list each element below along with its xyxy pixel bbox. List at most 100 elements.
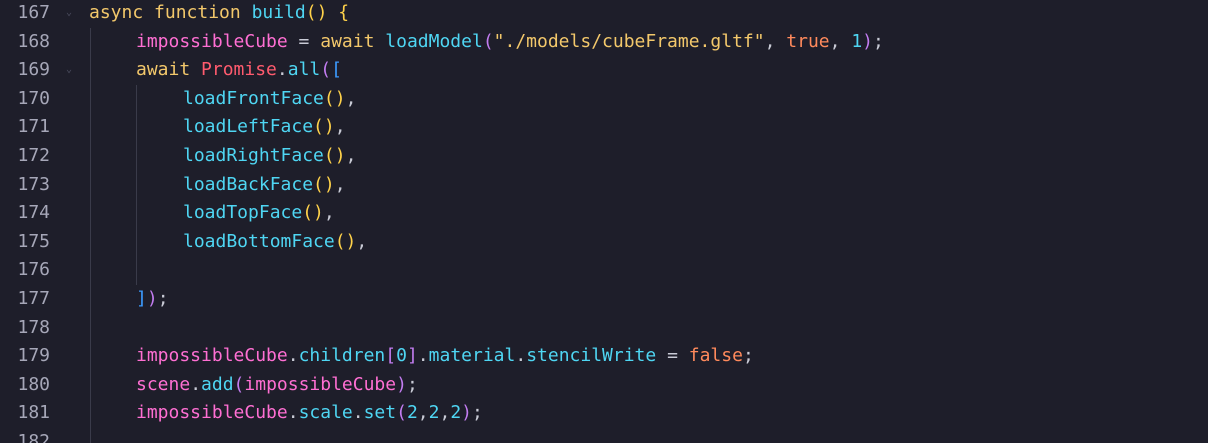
code-token: .	[515, 345, 527, 367]
fold-chevron-icon[interactable]: ⌄	[66, 65, 74, 75]
code-line[interactable]: 177]);	[0, 285, 1208, 314]
code-token: "./models/cubeFrame.gltf"	[493, 30, 765, 52]
code-token: .	[417, 345, 429, 367]
line-number: 175	[17, 230, 50, 252]
line-number: 174	[17, 202, 50, 224]
code-token: ,	[356, 230, 368, 252]
code-token: impossibleCube	[136, 402, 288, 424]
line-number: 168	[17, 30, 50, 52]
code-token: (	[320, 59, 332, 81]
code-line[interactable]: 175 loadBottomFace(),	[0, 228, 1208, 257]
line-number: 177	[17, 288, 50, 309]
code-token: ,	[417, 402, 429, 424]
code-token: )	[146, 288, 158, 309]
line-number: 172	[17, 145, 50, 166]
code-token: ]	[406, 345, 418, 367]
code-token: false	[688, 345, 743, 367]
code-token: build	[251, 2, 306, 23]
code-token: loadFrontFace	[183, 87, 324, 109]
code-token: loadRightFace	[183, 145, 324, 166]
code-token: .	[352, 402, 364, 424]
code-line[interactable]: 172 loadRightFace(),	[0, 142, 1208, 171]
code-token: .	[287, 402, 299, 424]
code-line[interactable]: 179 impossibleCube.children[0].material.s…	[0, 342, 1208, 371]
code-line[interactable]: 180 scene.add(impossibleCube);	[0, 371, 1208, 400]
code-line[interactable]: 168 impossibleCube = await loadModel("./m…	[0, 28, 1208, 57]
code-token: [	[331, 59, 342, 81]
code-token: ;	[873, 30, 884, 52]
code-token: loadBackFace	[183, 173, 314, 195]
code-token: await	[320, 30, 375, 52]
code-text: impossibleCube.scale.set(2,2,2);	[136, 399, 483, 428]
line-number: 171	[17, 116, 50, 138]
code-text: loadBackFace(),	[183, 171, 346, 200]
line-number: 170	[17, 87, 50, 109]
code-line[interactable]: 178	[0, 314, 1208, 343]
code-token: =	[287, 30, 321, 52]
code-token: =	[656, 345, 689, 367]
code-token: (	[482, 30, 494, 52]
code-text: impossibleCube = await loadModel("./mode…	[136, 28, 884, 57]
code-token: )	[862, 30, 874, 52]
code-token: 0	[396, 345, 407, 367]
code-token: add	[201, 373, 234, 395]
line-number: 176	[17, 259, 50, 281]
code-token: .	[287, 345, 299, 367]
code-token: ;	[742, 345, 754, 367]
code-line[interactable]: 169 ⌄ await Promise.all([	[0, 56, 1208, 85]
code-token: function	[154, 2, 241, 23]
code-token: ()	[313, 116, 335, 138]
code-token: Promise	[201, 59, 277, 81]
code-token: {	[338, 2, 350, 23]
fold-chevron-icon[interactable]: ⌄	[66, 8, 74, 18]
line-number: 179	[17, 345, 50, 367]
code-token: 1	[851, 30, 863, 52]
code-line[interactable]: 182	[0, 428, 1208, 443]
code-text: loadLeftFace(),	[183, 113, 346, 142]
code-token: true	[786, 30, 830, 52]
code-token: impossibleCube	[136, 30, 288, 52]
code-line[interactable]: 173 loadBackFace(),	[0, 171, 1208, 200]
code-line[interactable]: 171 loadLeftFace(),	[0, 113, 1208, 142]
code-text: scene.add(impossibleCube);	[136, 371, 418, 400]
code-text: loadTopFace(),	[183, 199, 335, 228]
code-token: ,	[334, 173, 346, 195]
code-line[interactable]: 167 ⌄ async function build() {	[0, 0, 1208, 28]
code-token: scale	[298, 402, 353, 424]
code-line[interactable]: 170 loadFrontFace(),	[0, 85, 1208, 114]
line-number: 173	[17, 173, 50, 195]
code-token: ()	[323, 145, 346, 166]
code-text: await Promise.all([	[136, 56, 342, 85]
code-token: [	[385, 345, 397, 367]
code-text: async function build() {	[89, 0, 349, 28]
code-token: 2	[450, 402, 462, 424]
code-token: scene	[136, 373, 191, 395]
code-token: impossibleCube	[244, 373, 397, 395]
code-line[interactable]: 181 impossibleCube.scale.set(2,2,2);	[0, 399, 1208, 428]
code-token: stencilWrite	[526, 345, 657, 367]
code-token: ()	[334, 230, 357, 252]
code-line[interactable]: 174 loadTopFace(),	[0, 199, 1208, 228]
code-line[interactable]: 176	[0, 256, 1208, 285]
code-token: .	[190, 373, 202, 395]
code-token: ,	[334, 116, 346, 138]
code-text: ]);	[136, 285, 169, 314]
code-token: )	[396, 373, 407, 395]
code-token: ,	[323, 202, 335, 224]
code-token: ;	[472, 402, 483, 424]
line-number: 169	[17, 59, 50, 81]
line-number: 167	[17, 2, 50, 23]
code-token: loadModel	[385, 30, 483, 52]
code-text: loadBottomFace(),	[183, 228, 367, 257]
code-editor[interactable]: 167 ⌄ async function build() { 168 impossibl…	[0, 0, 1208, 443]
code-token: ;	[406, 373, 418, 395]
code-token: material	[428, 345, 516, 367]
code-token: ()	[323, 87, 346, 109]
line-number: 178	[17, 316, 50, 338]
code-token: ,	[829, 30, 852, 52]
code-token: loadLeftFace	[183, 116, 314, 138]
